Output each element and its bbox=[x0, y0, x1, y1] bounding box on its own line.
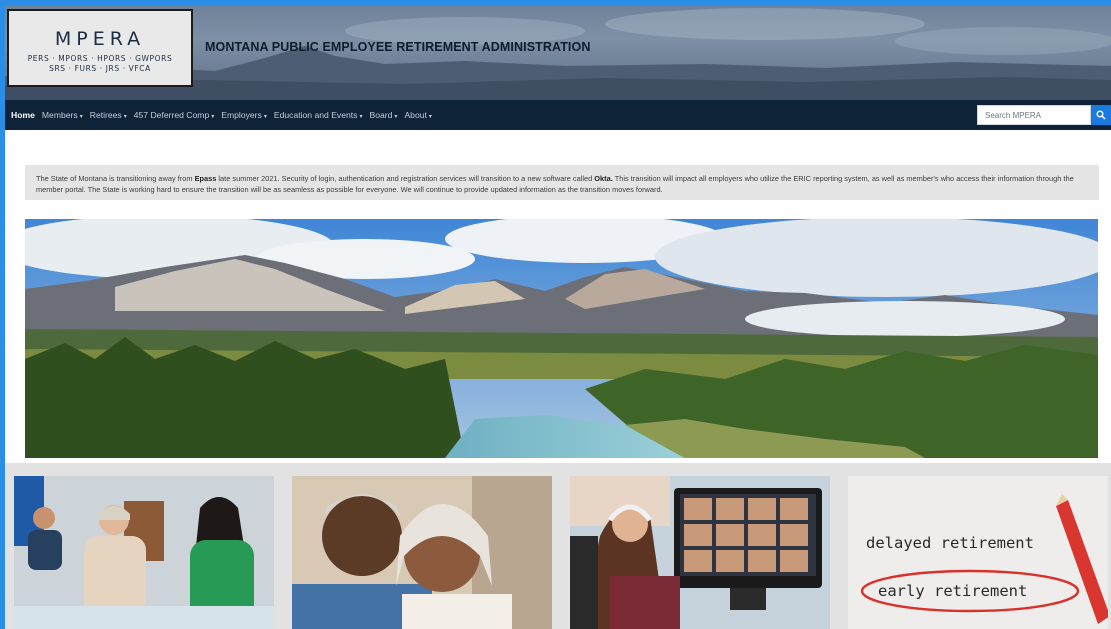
alert-text-2: late summer 2021. Security of login, aut… bbox=[216, 174, 595, 183]
card-4-delayed-text: delayed retirement bbox=[866, 534, 1034, 552]
nav-item-employers[interactable]: Employers ▾ bbox=[221, 100, 267, 132]
nav-item-members[interactable]: Members ▾ bbox=[42, 100, 83, 132]
hero-landscape-art bbox=[25, 219, 1098, 458]
site-header: MPERA PERS · MPORS · HPORS · GWPORS SRS … bbox=[5, 6, 1111, 100]
chevron-down-icon: ▾ bbox=[394, 114, 398, 120]
alert-bold-epass: Epass bbox=[194, 174, 217, 183]
card-3-art bbox=[570, 476, 830, 629]
chevron-down-icon: ▾ bbox=[263, 114, 267, 120]
transition-alert: The State of Montana is transitioning aw… bbox=[25, 165, 1099, 200]
logo-systems-line-1: PERS · MPORS · HPORS · GWPORS bbox=[27, 54, 173, 63]
nav-item-retirees[interactable]: Retirees ▾ bbox=[90, 100, 127, 132]
alert-bold-okta: Okta. bbox=[594, 174, 613, 183]
card-4-art: delayed retirement early retirement bbox=[848, 476, 1108, 629]
mpera-logo[interactable]: MPERA PERS · MPORS · HPORS · GWPORS SRS … bbox=[7, 9, 193, 87]
nav-item-about[interactable]: About ▾ bbox=[404, 100, 431, 132]
card-education-video-call[interactable] bbox=[570, 476, 830, 629]
nav-item-board[interactable]: Board ▾ bbox=[369, 100, 397, 132]
site-title: MONTANA PUBLIC EMPLOYEE RETIREMENT ADMIN… bbox=[205, 40, 591, 54]
nav-item-label: Employers bbox=[221, 110, 262, 120]
logo-systems-line-2: SRS · FURS · JRS · VFCA bbox=[49, 64, 151, 73]
card-4-early-text: early retirement bbox=[878, 582, 1027, 600]
card-retirement-options[interactable]: delayed retirement early retirement bbox=[848, 476, 1108, 629]
nav-item-label: Retirees bbox=[89, 110, 122, 120]
nav-item-457-deferred-comp[interactable]: 457 Deferred Comp ▾ bbox=[134, 100, 215, 132]
nav-item-home[interactable]: Home bbox=[11, 100, 35, 132]
card-members-classroom[interactable] bbox=[14, 476, 274, 629]
chevron-down-icon: ▾ bbox=[79, 114, 83, 120]
chevron-down-icon: ▾ bbox=[211, 114, 215, 120]
card-2-art bbox=[292, 476, 552, 629]
chevron-down-icon: ▾ bbox=[359, 114, 363, 120]
chevron-down-icon: ▾ bbox=[428, 114, 432, 120]
hero-landscape-image bbox=[25, 219, 1098, 458]
nav-item-label: About bbox=[404, 110, 427, 120]
alert-text-1: The State of Montana is transitioning aw… bbox=[36, 174, 195, 183]
nav-item-label: Board bbox=[369, 110, 393, 120]
nav-list: Home Members ▾ Retirees ▾ 457 Deferred Comp ▾ E… bbox=[11, 100, 439, 132]
nav-item-label: Members bbox=[41, 110, 78, 120]
search-input[interactable]: Search MPERA bbox=[977, 105, 1091, 125]
chevron-down-icon: ▾ bbox=[123, 114, 127, 120]
card-retirees-couple[interactable] bbox=[292, 476, 552, 629]
logo-name: MPERA bbox=[54, 28, 146, 50]
nav-item-label: Home bbox=[11, 110, 35, 120]
nav-item-label: 457 Deferred Comp bbox=[133, 110, 210, 120]
main-nav: Home Members ▾ Retirees ▾ 457 Deferred Comp ▾ E… bbox=[5, 100, 1111, 130]
card-1-art bbox=[14, 476, 274, 629]
search-button[interactable] bbox=[1091, 105, 1111, 125]
nav-item-education-and-events[interactable]: Education and Events ▾ bbox=[274, 100, 363, 132]
search-icon bbox=[1096, 110, 1106, 120]
page-frame: MPERA PERS · MPORS · HPORS · GWPORS SRS … bbox=[5, 6, 1111, 629]
nav-item-label: Education and Events bbox=[273, 110, 358, 120]
